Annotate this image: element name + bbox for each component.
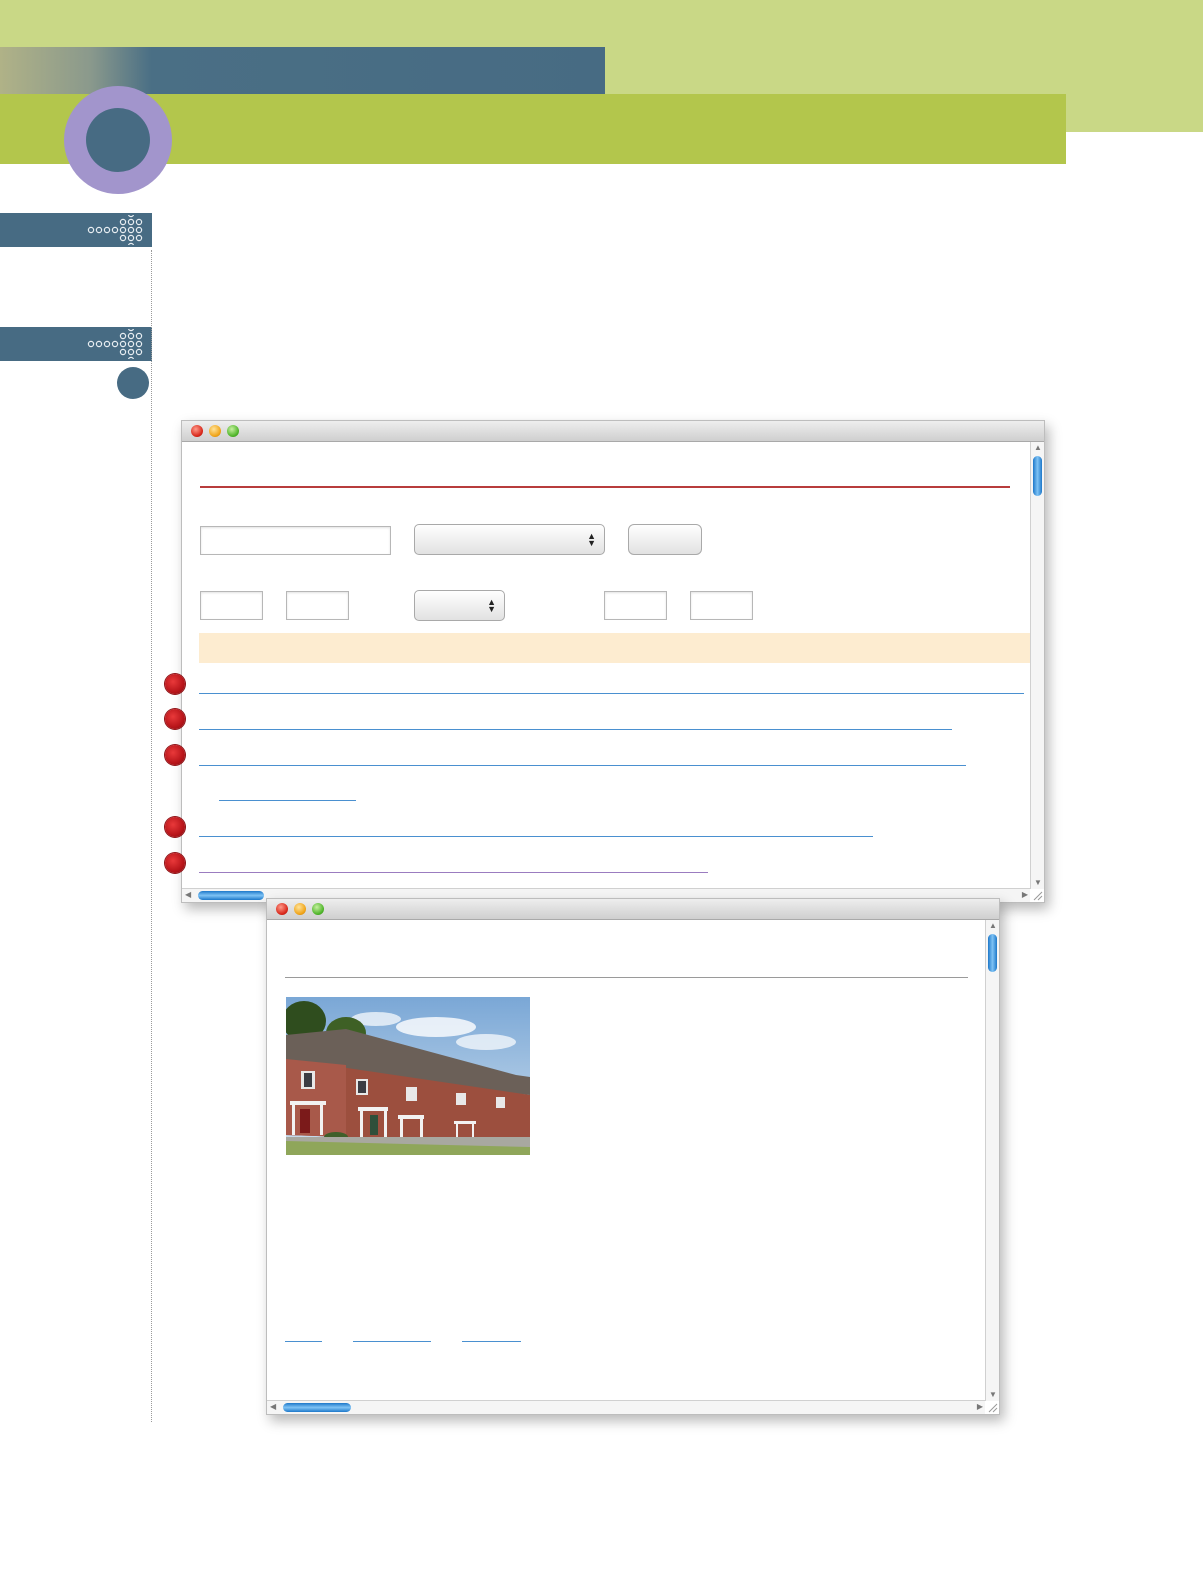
horizontal-scrollbar[interactable]: ◀ ▶ — [267, 1400, 985, 1414]
category-popup[interactable]: ▲ ▼ — [414, 524, 605, 555]
vertical-scrollbar[interactable]: ▲ ▼ — [1030, 442, 1044, 889]
search-input[interactable] — [200, 526, 391, 555]
heading-rule — [285, 977, 968, 978]
scroll-up-arrow-icon[interactable]: ▲ — [1034, 444, 1042, 452]
side-dotted-rule — [151, 250, 152, 1422]
footer-link-2[interactable] — [353, 1341, 431, 1342]
scroll-up-arrow-icon[interactable]: ▲ — [989, 922, 997, 930]
vertical-scroll-thumb[interactable] — [1033, 456, 1042, 496]
zoom-light-icon[interactable] — [227, 425, 239, 437]
red-bullet-icon — [165, 817, 185, 837]
result-link-2[interactable] — [199, 729, 952, 730]
footer-link-3[interactable] — [462, 1341, 521, 1342]
to-field[interactable] — [690, 591, 753, 620]
red-bullet-icon — [165, 674, 185, 694]
dotted-arrow-icon — [87, 215, 143, 245]
minimize-light-icon[interactable] — [294, 903, 306, 915]
red-bullet-icon — [165, 853, 185, 873]
side-dot-badge — [117, 367, 149, 399]
scroll-left-arrow-icon[interactable]: ◀ — [185, 891, 191, 899]
scroll-down-arrow-icon[interactable]: ▼ — [989, 1391, 997, 1399]
header-band-blue — [0, 47, 605, 94]
minimize-light-icon[interactable] — [209, 425, 221, 437]
close-light-icon[interactable] — [276, 903, 288, 915]
scroll-right-arrow-icon[interactable]: ▶ — [1022, 891, 1028, 899]
browser-window-search: ▲ ▼ ▲ ▼ ▲ ▼ ◀ ▶ — [165, 420, 1045, 903]
heading-rule — [200, 486, 1010, 488]
resize-grip-icon[interactable] — [987, 1402, 998, 1413]
from-field[interactable] — [604, 591, 667, 620]
header-circle-inner — [86, 108, 150, 172]
dotted-arrow-icon — [87, 329, 143, 359]
horizontal-scroll-thumb[interactable] — [198, 891, 264, 900]
result-link-1[interactable] — [199, 693, 1024, 694]
window-titlebar[interactable] — [267, 899, 999, 920]
side-tab-2 — [0, 327, 152, 361]
min-field[interactable] — [200, 591, 263, 620]
search-button[interactable] — [628, 524, 702, 555]
scroll-right-arrow-icon[interactable]: ▶ — [977, 1403, 983, 1411]
zoom-light-icon[interactable] — [312, 903, 324, 915]
browser-window-listing: ▲ ▼ ◀ ▶ — [266, 898, 1000, 1415]
side-tab-1 — [0, 213, 152, 247]
red-bullet-icon — [165, 745, 185, 765]
results-banner — [199, 633, 1031, 663]
townhouse-photo — [286, 997, 530, 1155]
popup-arrows-icon: ▲ ▼ — [587, 530, 596, 548]
vertical-scroll-thumb[interactable] — [988, 934, 997, 972]
close-light-icon[interactable] — [191, 425, 203, 437]
popup-arrows-icon: ▲ ▼ — [487, 596, 496, 614]
max-field[interactable] — [286, 591, 349, 620]
result-sub-link[interactable] — [219, 800, 356, 801]
scroll-left-arrow-icon[interactable]: ◀ — [270, 1403, 276, 1411]
small-popup[interactable]: ▲ ▼ — [414, 590, 505, 621]
result-link-5-visited[interactable] — [199, 872, 708, 873]
result-link-3[interactable] — [199, 765, 966, 766]
horizontal-scroll-thumb[interactable] — [283, 1403, 351, 1412]
scroll-down-arrow-icon[interactable]: ▼ — [1034, 879, 1042, 887]
resize-grip-icon[interactable] — [1032, 890, 1043, 901]
vertical-scrollbar[interactable]: ▲ ▼ — [985, 920, 999, 1401]
result-link-4[interactable] — [199, 836, 873, 837]
red-bullet-icon — [165, 709, 185, 729]
footer-link-1[interactable] — [285, 1341, 322, 1342]
window-titlebar[interactable] — [182, 421, 1044, 442]
